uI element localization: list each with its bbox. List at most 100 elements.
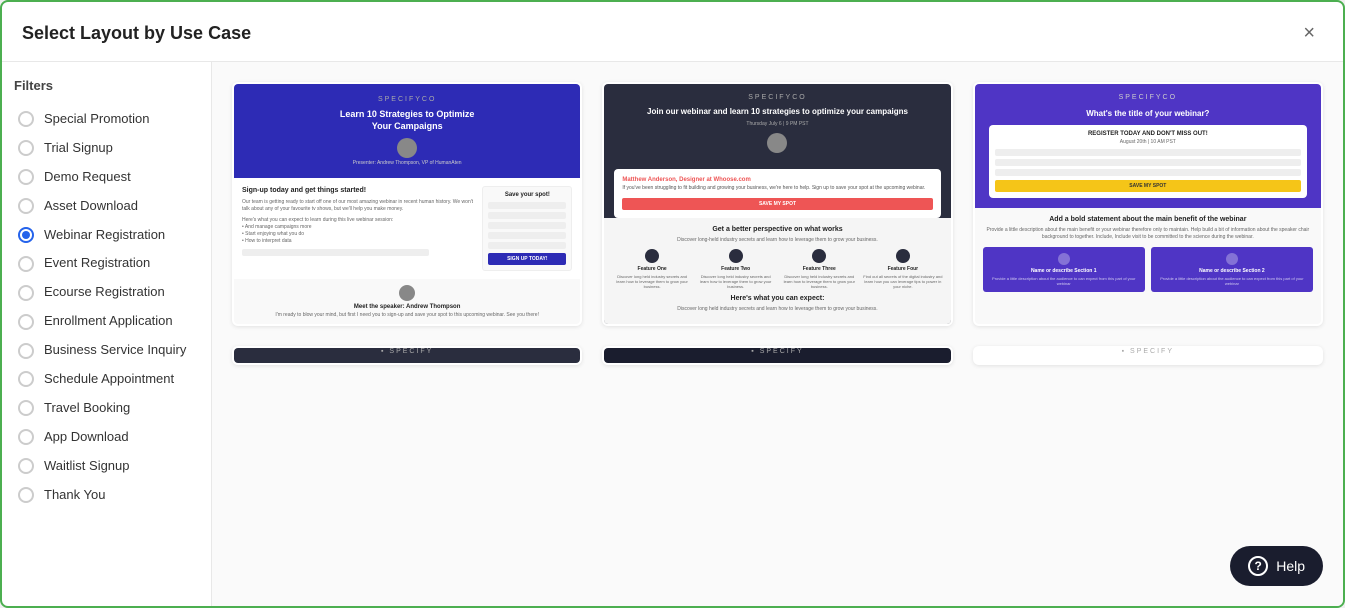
preview-2-bottom-title: Get a better perspective on what works (612, 226, 942, 233)
sidebar-item-business-service-inquiry[interactable]: Business Service Inquiry (14, 336, 199, 365)
preview-3-cta: SAVE MY SPOT (995, 180, 1301, 192)
preview-3-section-icon-1 (1058, 253, 1070, 265)
preview-1-left-title: Sign-up today and get things started! (242, 186, 476, 195)
preview-3-top: SPECIFYCO What's the title of your webin… (975, 84, 1321, 208)
preview-3-bottom: Add a bold statement about the main bene… (975, 208, 1321, 324)
preview-1-title: Learn 10 Strategies to OptimizeYour Camp… (340, 109, 475, 132)
label-trial-signup: Trial Signup (44, 140, 113, 157)
preview-3-field-3 (995, 169, 1301, 176)
label-special-promotion: Special Promotion (44, 111, 150, 128)
label-enrollment-application: Enrollment Application (44, 313, 173, 330)
radio-waitlist-signup (18, 458, 34, 474)
sidebar-item-enrollment-application[interactable]: Enrollment Application (14, 307, 199, 336)
label-demo-request: Demo Request (44, 169, 131, 186)
preview-1-right: Save your spot! SIGN UP TODAY! (482, 186, 572, 271)
template-card-4[interactable]: ▪ SPECIFY (232, 346, 582, 365)
template-card-5[interactable]: ▪ SPECIFY (602, 346, 952, 365)
preview-1-speaker-name: Meet the speaker: Andrew Thompson (240, 304, 574, 310)
preview-2-feature-4: Feature Four Find out all secrets of the… (863, 249, 943, 289)
preview-6-logo: ▪ SPECIFY (1122, 348, 1174, 355)
preview-2-feature-icon-1 (645, 249, 659, 263)
radio-event-registration (18, 256, 34, 272)
sidebar-item-travel-booking[interactable]: Travel Booking (14, 394, 199, 423)
preview-2-feature-text-3: Discover long held industry secrets and … (779, 274, 859, 289)
label-asset-download: Asset Download (44, 198, 138, 215)
preview-2-feature-1: Feature One Discover long held industry … (612, 249, 692, 289)
radio-enrollment-application (18, 314, 34, 330)
modal-title: Select Layout by Use Case (22, 23, 251, 44)
preview-1-left-text: Our team is getting ready to start off o… (242, 199, 476, 213)
template-preview-6: ▪ SPECIFY (975, 348, 1321, 363)
filters-label: Filters (14, 78, 199, 93)
preview-1-speaker-text: I'm ready to blow your mind, but first I… (240, 312, 574, 318)
filter-list: Special Promotion Trial Signup Demo Reques… (14, 105, 199, 509)
preview-3-form-title: REGISTER TODAY AND DON'T MISS OUT! (995, 131, 1301, 137)
sidebar-item-special-promotion[interactable]: Special Promotion (14, 105, 199, 134)
label-waitlist-signup: Waitlist Signup (44, 458, 130, 475)
preview-3-bottom-text: Provide a little description about the m… (983, 227, 1313, 241)
preview-1-logo: SPECIFYCO (378, 96, 436, 103)
preview-form-field-1 (488, 202, 566, 209)
preview-1-cta: SIGN UP TODAY! (488, 253, 566, 265)
preview-1-left-subtext: Here's what you can expect to learn duri… (242, 217, 476, 245)
preview-form-field-2 (488, 212, 566, 219)
sidebar-item-webinar-registration[interactable]: Webinar Registration (14, 221, 199, 250)
preview-form-field-3 (488, 222, 566, 229)
modal-body: Filters Special Promotion Trial Signup Dem… (2, 62, 1343, 606)
sidebar-item-app-download[interactable]: App Download (14, 423, 199, 452)
preview-2-expects-text: Discover long held industry secrets and … (612, 306, 942, 312)
preview-2-feature-title-2: Feature Two (696, 266, 776, 272)
preview-form-field-5 (488, 242, 566, 249)
preview-2-expects: Here's what you can expect: Discover lon… (612, 295, 942, 312)
label-webinar-registration: Webinar Registration (44, 227, 165, 244)
preview-2-logo: SPECIFYCO (614, 94, 940, 101)
label-ecourse-registration: Ecourse Registration (44, 284, 165, 301)
preview-2-feature-icon-2 (729, 249, 743, 263)
sidebar-item-schedule-appointment[interactable]: Schedule Appointment (14, 365, 199, 394)
preview-2-top: SPECIFYCO Join our webinar and learn 10 … (604, 84, 950, 169)
sidebar-item-demo-request[interactable]: Demo Request (14, 163, 199, 192)
preview-4-logo: ▪ SPECIFY (381, 348, 433, 355)
sidebar-item-asset-download[interactable]: Asset Download (14, 192, 199, 221)
preview-3-section-text-2: Provide a little description about the a… (1157, 276, 1307, 286)
help-button[interactable]: ? Help (1230, 546, 1323, 586)
help-label: Help (1276, 558, 1305, 574)
preview-1-form-title: Save your spot! (488, 192, 566, 198)
preview-2-title: Join our webinar and learn 10 strategies… (614, 107, 940, 117)
preview-2-card-name: Matthew Anderson, Designer at Whoose.com (622, 177, 932, 183)
preview-3-field-2 (995, 159, 1301, 166)
template-card-2[interactable]: SPECIFYCO Join our webinar and learn 10 … (602, 82, 952, 326)
preview-1-bottom: Sign-up today and get things started! Ou… (234, 178, 580, 279)
radio-travel-booking (18, 400, 34, 416)
close-button[interactable]: × (1295, 18, 1323, 49)
template-preview-3: SPECIFYCO What's the title of your webin… (975, 84, 1321, 324)
template-card-1[interactable]: SPECIFYCO Learn 10 Strategies to Optimiz… (232, 82, 582, 326)
preview-2-bottom-text: Discover long-held industry secrets and … (612, 237, 942, 243)
content-area[interactable]: SPECIFYCO Learn 10 Strategies to Optimiz… (212, 62, 1343, 606)
radio-thank-you (18, 487, 34, 503)
modal: Select Layout by Use Case × Filters Spec… (0, 0, 1345, 608)
radio-webinar-registration (18, 227, 34, 243)
sidebar-item-trial-signup[interactable]: Trial Signup (14, 134, 199, 163)
preview-5-logo: ▪ SPECIFY (751, 348, 803, 355)
sidebar-item-event-registration[interactable]: Event Registration (14, 249, 199, 278)
radio-asset-download (18, 198, 34, 214)
radio-trial-signup (18, 140, 34, 156)
label-thank-you: Thank You (44, 487, 105, 504)
template-preview-1: SPECIFYCO Learn 10 Strategies to Optimiz… (234, 84, 580, 324)
template-card-6[interactable]: ▪ SPECIFY (973, 346, 1323, 365)
preview-3-section-text-1: Provide a little description about the a… (989, 276, 1139, 286)
preview-3-sections: Name or describe Section 1 Provide a lit… (983, 247, 1313, 292)
modal-header: Select Layout by Use Case × (2, 2, 1343, 62)
sidebar-item-thank-you[interactable]: Thank You (14, 481, 199, 510)
preview-3-section-title-1: Name or describe Section 1 (989, 268, 1139, 274)
preview-3-section-title-2: Name or describe Section 2 (1157, 268, 1307, 274)
preview-form-field-4 (488, 232, 566, 239)
template-card-3[interactable]: SPECIFYCO What's the title of your webin… (973, 82, 1323, 326)
sidebar-item-ecourse-registration[interactable]: Ecourse Registration (14, 278, 199, 307)
radio-ecourse-registration (18, 285, 34, 301)
preview-1-speaker: Meet the speaker: Andrew Thompson I'm re… (234, 279, 580, 324)
sidebar-item-waitlist-signup[interactable]: Waitlist Signup (14, 452, 199, 481)
preview-2-feature-icon-4 (896, 249, 910, 263)
preview-3-section-icon-2 (1226, 253, 1238, 265)
